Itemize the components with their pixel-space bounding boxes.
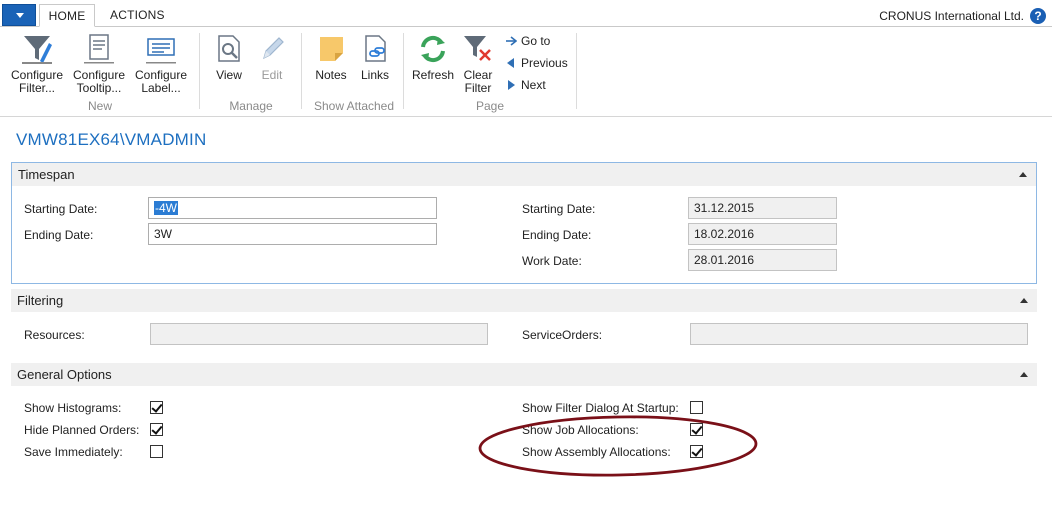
tab-home[interactable]: HOME: [39, 4, 95, 27]
timespan-title: Timespan: [18, 167, 75, 182]
configure-filter-label: Configure Filter...: [10, 68, 64, 95]
clear-filter-button[interactable]: Clear Filter: [459, 33, 497, 95]
company-name: CRONUS International Ltd.: [879, 9, 1024, 23]
show-job-allocations-checkbox[interactable]: [690, 423, 703, 436]
arrow-right-icon: [506, 36, 517, 46]
page-title: VMW81EX64\VMADMIN: [16, 130, 207, 149]
show-assembly-allocations-checkbox[interactable]: [690, 445, 703, 458]
help-icon[interactable]: ?: [1030, 8, 1046, 24]
computed-starting-date-field: 31.12.2015: [688, 197, 837, 219]
ribbon-separator: [403, 33, 404, 109]
ribbon-separator: [199, 33, 200, 109]
chevron-up-icon[interactable]: [1020, 298, 1028, 303]
clear-filter-icon: [464, 36, 491, 61]
clear-filter-label: Clear Filter: [463, 68, 493, 95]
refresh-label: Refresh: [411, 68, 455, 82]
link-icon: [365, 35, 386, 62]
links-label: Links: [360, 68, 389, 82]
configure-label-button[interactable]: Configure Label...: [132, 33, 190, 95]
show-histograms-label: Show Histograms:: [24, 401, 122, 415]
show-filter-dialog-checkbox[interactable]: [690, 401, 703, 414]
hide-planned-orders-label: Hide Planned Orders:: [24, 423, 140, 437]
computed-starting-date-label: Starting Date:: [522, 202, 596, 216]
view-button[interactable]: View: [210, 33, 248, 82]
note-icon: [320, 37, 343, 61]
starting-date-input[interactable]: -4W: [148, 197, 437, 219]
work-date-label: Work Date:: [522, 254, 582, 268]
pencil-icon: [263, 37, 284, 60]
general-options-title: General Options: [17, 367, 112, 382]
chevron-up-icon[interactable]: [1020, 372, 1028, 377]
group-label-manage: Manage: [229, 99, 273, 113]
group-label-show-attached: Show Attached: [313, 99, 395, 113]
label-icon: [146, 38, 176, 64]
chevron-up-icon[interactable]: [1019, 172, 1027, 177]
show-assembly-allocations-label: Show Assembly Allocations:: [522, 445, 671, 459]
previous-label: Previous: [521, 56, 568, 70]
group-label-new: New: [87, 99, 112, 113]
ending-date-label: Ending Date:: [24, 228, 94, 242]
service-orders-field[interactable]: [690, 323, 1028, 345]
edit-label: Edit: [261, 68, 283, 82]
notes-label: Notes: [315, 68, 347, 82]
go-to-label: Go to: [521, 34, 551, 48]
general-options-header[interactable]: General Options: [11, 363, 1037, 386]
hide-planned-orders-checkbox[interactable]: [150, 423, 163, 436]
refresh-icon: [421, 35, 445, 63]
computed-ending-date-label: Ending Date:: [522, 228, 592, 242]
view-icon: [218, 35, 240, 62]
ribbon-separator: [301, 33, 302, 109]
notes-button[interactable]: Notes: [311, 33, 351, 82]
service-orders-label: ServiceOrders:: [522, 328, 603, 342]
show-filter-dialog-label: Show Filter Dialog At Startup:: [522, 401, 679, 415]
filtering-header[interactable]: Filtering: [11, 289, 1037, 312]
triangle-right-icon: [508, 80, 515, 90]
filtering-title: Filtering: [17, 293, 64, 308]
computed-ending-date-field: 18.02.2016: [688, 223, 837, 245]
ending-date-input[interactable]: 3W: [148, 223, 437, 245]
triangle-left-icon: [507, 58, 514, 68]
view-label: View: [216, 68, 242, 82]
starting-date-value: -4W: [154, 201, 178, 215]
configure-tooltip-button[interactable]: Configure Tooltip...: [70, 33, 128, 95]
configure-filter-button[interactable]: Configure Filter...: [8, 33, 66, 95]
next-label: Next: [521, 78, 546, 92]
tab-actions[interactable]: ACTIONS: [100, 4, 175, 27]
edit-button[interactable]: Edit: [252, 33, 292, 82]
starting-date-label: Starting Date:: [24, 202, 98, 216]
resources-label: Resources:: [24, 328, 85, 342]
save-immediately-checkbox[interactable]: [150, 445, 163, 458]
show-histograms-checkbox[interactable]: [150, 401, 163, 414]
resources-field[interactable]: [150, 323, 488, 345]
chevron-down-icon: [16, 13, 24, 18]
save-immediately-label: Save Immediately:: [24, 445, 123, 459]
configure-label-label: Configure Label...: [134, 68, 188, 95]
show-job-allocations-label: Show Job Allocations:: [522, 423, 639, 437]
timespan-header[interactable]: Timespan: [12, 163, 1036, 186]
group-label-page: Page: [475, 99, 505, 113]
work-date-field: 28.01.2016: [688, 249, 837, 271]
ribbon-tab-bar: HOME ACTIONS CRONUS International Ltd. ?: [0, 0, 1052, 27]
filter-icon: [22, 36, 52, 64]
tooltip-document-icon: [84, 34, 114, 64]
ribbon: Configure Filter... Configure Tooltip...…: [0, 27, 1052, 117]
ribbon-separator: [576, 33, 577, 109]
refresh-button[interactable]: Refresh: [411, 33, 455, 82]
app-menu-button[interactable]: [2, 4, 36, 26]
configure-tooltip-label: Configure Tooltip...: [72, 68, 126, 95]
links-button[interactable]: Links: [355, 33, 395, 82]
